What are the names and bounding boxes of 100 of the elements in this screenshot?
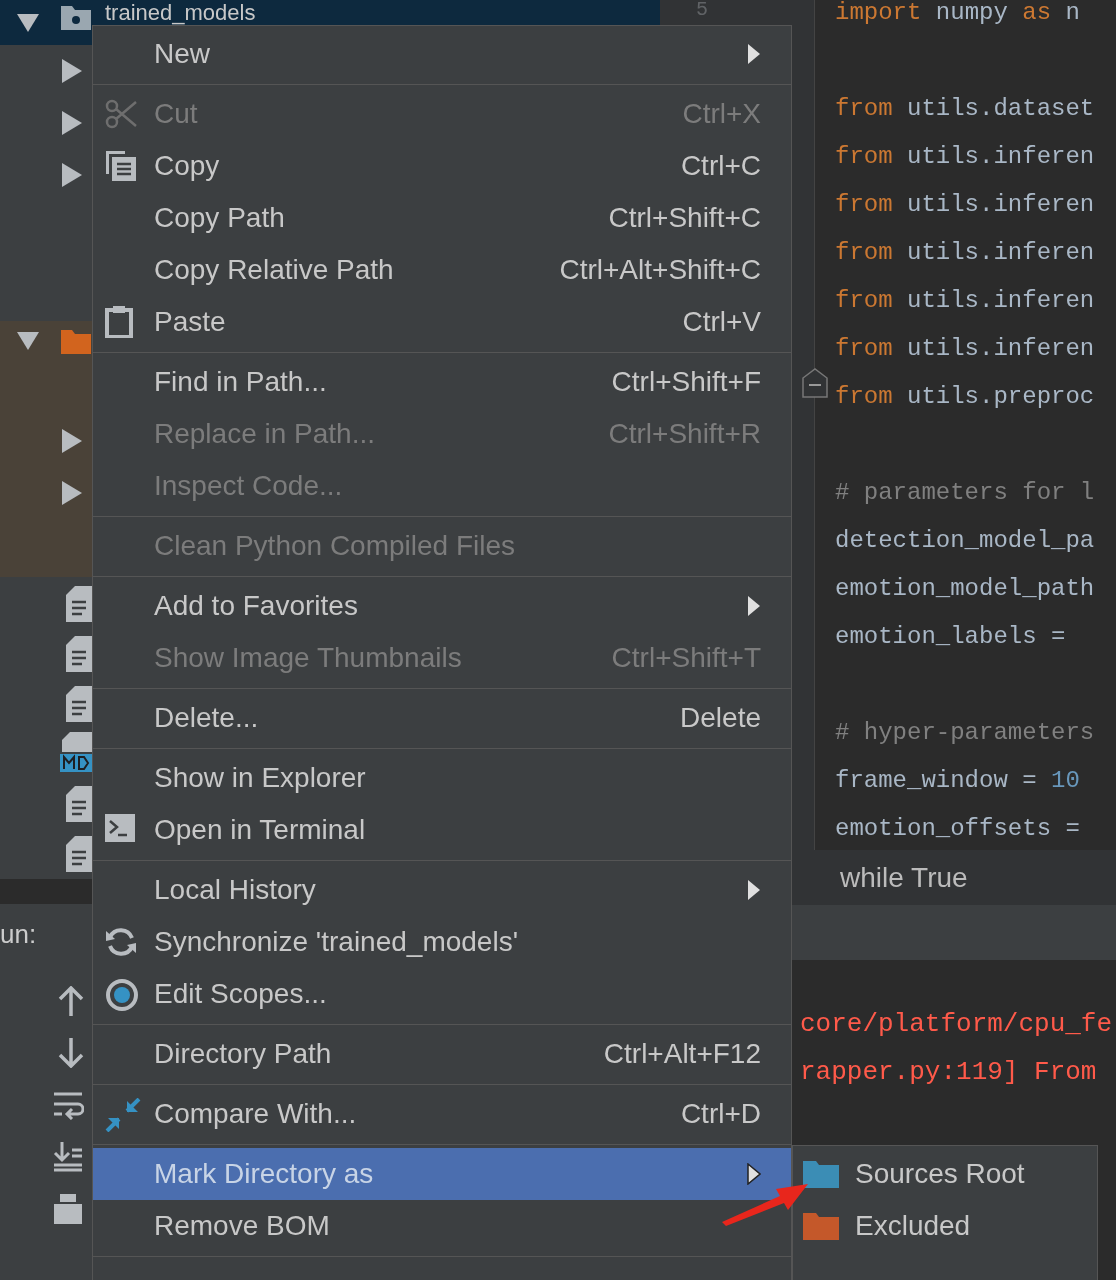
- menu-item[interactable]: Remove BOM: [93, 1200, 791, 1252]
- submenu-item-label: Sources Root: [855, 1157, 1025, 1191]
- code-line: from utils.dataset: [835, 94, 1095, 124]
- menu-item-label: Inspect Code...: [154, 469, 343, 503]
- code-line: from utils.inferen: [835, 238, 1095, 268]
- menu-item-label: Remove BOM: [154, 1209, 330, 1243]
- code-line: emotion_model_path: [835, 574, 1095, 604]
- menu-item[interactable]: Delete... Delete: [93, 692, 791, 744]
- collapsed-arrow-icon[interactable]: [62, 163, 82, 187]
- shortcut-label: Delete: [680, 701, 761, 735]
- shortcut-label: Ctrl+X: [682, 97, 761, 131]
- shortcut-label: Ctrl+Shift+C: [608, 201, 761, 235]
- menu-item-label: Mark Directory as: [154, 1157, 374, 1191]
- shortcut-label: Ctrl+C: [680, 149, 761, 183]
- code-line: from utils.inferen: [835, 286, 1095, 316]
- menu-item[interactable]: Paste Ctrl+V: [93, 296, 791, 348]
- shortcut-label: Ctrl+Shift+F: [611, 365, 761, 399]
- menu-item[interactable]: Edit Scopes...: [93, 968, 791, 1020]
- menu-item[interactable]: Show in Explorer: [93, 752, 791, 804]
- terminal-icon: [105, 814, 135, 842]
- code-line: emotion_labels =: [835, 622, 1066, 652]
- submenu-item[interactable]: Excluded: [793, 1200, 1097, 1252]
- menu-item-label: Open in Terminal: [154, 813, 366, 847]
- menu-item-label: Cut: [154, 97, 198, 131]
- code-line: frame_window = 10: [835, 766, 1080, 796]
- menu-item[interactable]: Find in Path... Ctrl+Shift+F: [93, 356, 791, 408]
- up-arrow-icon[interactable]: [58, 986, 84, 1016]
- code-line: from utils.inferen: [835, 334, 1095, 364]
- shortcut-label: Ctrl+Shift+R: [608, 417, 761, 451]
- menu-item-label: Directory Path: [154, 1037, 332, 1071]
- clipboard-icon: [105, 306, 133, 338]
- submenu-arrow-icon: [747, 1163, 761, 1185]
- folder-icon: [61, 328, 91, 354]
- copy-icon: [105, 150, 137, 182]
- expand-arrow-icon[interactable]: [17, 13, 39, 32]
- collapsed-arrow-icon[interactable]: [62, 429, 82, 453]
- down-arrow-icon[interactable]: [58, 1038, 84, 1068]
- menu-item[interactable]: Open in Terminal: [93, 804, 791, 856]
- fold-icon[interactable]: [802, 368, 828, 398]
- menu-item-label: Show Image Thumbnails: [154, 641, 462, 675]
- menu-item[interactable]: Mark Directory as: [93, 1148, 791, 1200]
- menu-item[interactable]: Compare With... Ctrl+D: [93, 1088, 791, 1140]
- file-icon[interactable]: [66, 636, 92, 672]
- file-icon[interactable]: [66, 836, 92, 872]
- menu-item[interactable]: Synchronize 'trained_models': [93, 916, 791, 968]
- submenu-item-label: Excluded: [855, 1209, 971, 1243]
- menu-item-label: Clean Python Compiled Files: [154, 529, 516, 563]
- code-line: from utils.inferen: [835, 142, 1095, 172]
- code-line: from utils.preproc: [835, 382, 1095, 412]
- menu-item[interactable]: Copy Ctrl+C: [93, 140, 791, 192]
- menu-item-label: Copy Path: [154, 201, 285, 235]
- menu-item[interactable]: Add to Favorites: [93, 580, 791, 632]
- menu-item-label: Local History: [154, 873, 316, 907]
- code-line: from utils.inferen: [835, 190, 1095, 220]
- console-line: rapper.py:119] From: [800, 1057, 1097, 1087]
- menu-item[interactable]: Copy Path Ctrl+Shift+C: [93, 192, 791, 244]
- menu-item-label: Find in Path...: [154, 365, 327, 399]
- menu-item[interactable]: Directory Path Ctrl+Alt+F12: [93, 1028, 791, 1080]
- file-icon[interactable]: [66, 586, 92, 622]
- menu-item-label: Copy: [154, 149, 220, 183]
- target-icon: [105, 978, 139, 1012]
- code-line: import numpy as n: [835, 0, 1080, 28]
- code-line: emotion_offsets =: [835, 814, 1080, 844]
- shortcut-label: Ctrl+Shift+T: [611, 641, 761, 675]
- collapsed-arrow-icon[interactable]: [62, 481, 82, 505]
- printer-icon[interactable]: [52, 1194, 84, 1224]
- breadcrumb[interactable]: while True: [840, 856, 968, 899]
- sync-icon: [105, 926, 137, 958]
- menu-item-label: Copy Relative Path: [154, 253, 394, 287]
- shortcut-label: Ctrl+Alt+F12: [603, 1037, 761, 1071]
- tree-item-label[interactable]: trained_models: [92, 1, 256, 24]
- submenu-item[interactable]: Sources Root: [793, 1148, 1097, 1200]
- menu-item-label: Edit Scopes...: [154, 977, 327, 1011]
- expand-arrow-icon[interactable]: [17, 332, 39, 350]
- collapsed-arrow-icon[interactable]: [62, 111, 82, 135]
- code-line: detection_model_pa: [835, 526, 1095, 556]
- menu-item[interactable]: New: [93, 28, 791, 80]
- code-line: # parameters for l: [835, 478, 1095, 508]
- submenu-arrow-icon: [747, 595, 761, 617]
- menu-item-label: Replace in Path...: [154, 417, 376, 451]
- menu-item-label: Paste: [154, 305, 226, 339]
- file-icon[interactable]: [66, 686, 92, 722]
- code-line: # hyper-parameters: [835, 718, 1095, 748]
- wrap-icon[interactable]: [52, 1090, 84, 1120]
- shortcut-label: Ctrl+V: [682, 305, 761, 339]
- shortcut-label: Ctrl+D: [680, 1097, 761, 1131]
- scissors-icon: [105, 98, 137, 130]
- menu-item-label: Compare With...: [154, 1097, 357, 1131]
- menu-item-label: Synchronize 'trained_models': [154, 925, 518, 959]
- menu-item-label: Add to Favorites: [154, 589, 358, 623]
- compare-arrows-icon: [105, 1098, 141, 1132]
- run-label: un:: [0, 917, 37, 951]
- menu-item[interactable]: Copy Relative Path Ctrl+Alt+Shift+C: [93, 244, 791, 296]
- menu-item[interactable]: Local History: [93, 864, 791, 916]
- scroll-to-end-icon[interactable]: [52, 1142, 84, 1172]
- menu-item-label: Show in Explorer: [154, 761, 366, 795]
- collapsed-arrow-icon[interactable]: [62, 59, 82, 83]
- file-icon[interactable]: [66, 786, 92, 822]
- menu-item-label: Delete...: [154, 701, 259, 735]
- console-line: core/platform/cpu_fe: [800, 1009, 1113, 1039]
